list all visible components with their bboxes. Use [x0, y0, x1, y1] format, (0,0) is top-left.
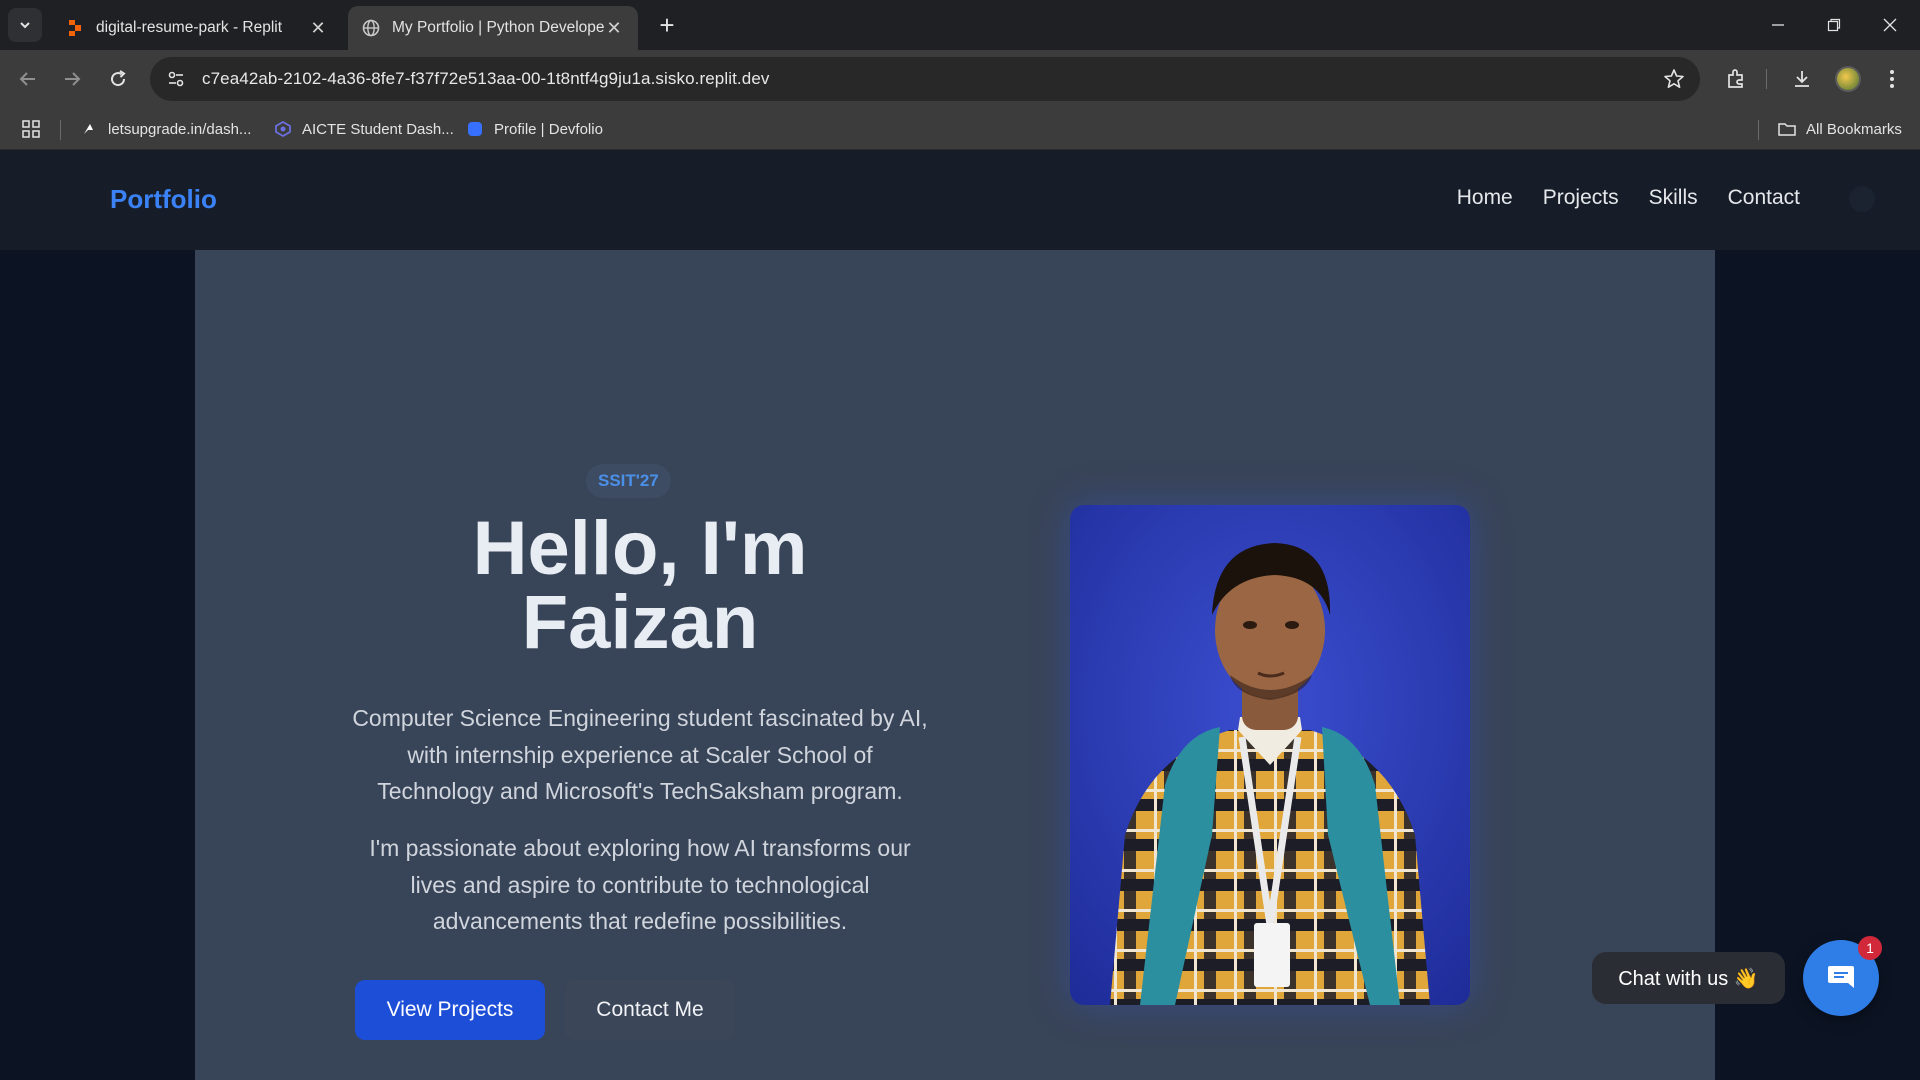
arrow-right-icon [65, 72, 81, 86]
theme-toggle[interactable] [1849, 186, 1875, 212]
browser-toolbar: c7ea42ab-2102-4a36-8fe7-f37f72e513aa-00-… [0, 50, 1920, 108]
url-text[interactable]: c7ea42ab-2102-4a36-8fe7-f37f72e513aa-00-… [202, 69, 769, 89]
reload-button[interactable] [100, 61, 136, 97]
restore-button[interactable] [1806, 0, 1862, 50]
site-nav: Home Projects Skills Contact [1457, 186, 1800, 210]
profile-photo [1070, 505, 1470, 1005]
tab-replit[interactable]: digital-resume-park - Replit ✕ [52, 6, 342, 50]
bookmark-star-icon[interactable] [1662, 67, 1686, 91]
page-viewport: Portfolio Home Projects Skills Contact S… [0, 150, 1920, 1080]
contact-me-button[interactable]: Contact Me [565, 980, 735, 1040]
chevron-down-icon [20, 22, 30, 29]
bookmark-aicte[interactable]: AICTE Student Dash... [274, 116, 454, 142]
reload-icon [111, 70, 126, 87]
globe-icon [362, 19, 380, 37]
site-info-icon[interactable] [156, 57, 196, 101]
toolbar-divider [1766, 69, 1767, 89]
hero-section [195, 250, 1715, 1080]
restore-icon [1827, 18, 1841, 32]
aicte-icon [274, 120, 292, 138]
bookmark-letsupgrade[interactable]: letsupgrade.in/dash... [80, 116, 251, 142]
profile-avatar[interactable] [1830, 61, 1866, 97]
bookmark-devfolio[interactable]: Profile | Devfolio [466, 116, 603, 142]
tab-search-button[interactable] [8, 8, 42, 42]
letsupgrade-icon [80, 120, 98, 138]
all-bookmarks-label: All Bookmarks [1806, 120, 1902, 138]
new-tab-button[interactable]: + [652, 10, 682, 40]
extensions-icon[interactable] [1718, 61, 1754, 97]
devfolio-icon [466, 120, 484, 138]
tab-portfolio[interactable]: My Portfolio | Python Develope ✕ [348, 6, 638, 50]
browser-titlebar: digital-resume-park - Replit ✕ My Portfo… [0, 0, 1920, 50]
tab-title: digital-resume-park - Replit [96, 19, 283, 36]
arrow-left-icon [19, 72, 35, 86]
title-line-2: Faizan [521, 580, 759, 665]
address-bar[interactable]: c7ea42ab-2102-4a36-8fe7-f37f72e513aa-00-… [150, 57, 1700, 101]
bookmark-label: letsupgrade.in/dash... [108, 120, 252, 138]
all-bookmarks-button[interactable]: All Bookmarks [1778, 116, 1902, 142]
bookmarks-bar: letsupgrade.in/dash... AICTE Student Das… [0, 108, 1920, 150]
status-badge: SSIT'27 [586, 464, 671, 498]
bookmark-label: Profile | Devfolio [494, 120, 603, 138]
chat-icon [1828, 966, 1854, 988]
apps-icon[interactable] [22, 116, 40, 142]
chat-prompt-bubble[interactable]: Chat with us 👋 [1592, 952, 1785, 1004]
site-brand[interactable]: Portfolio [110, 184, 217, 215]
avatar [1835, 66, 1861, 92]
nav-projects[interactable]: Projects [1543, 186, 1619, 210]
tab-title: My Portfolio | Python Develope [392, 19, 604, 36]
hero-intro-paragraph: Computer Science Engineering student fas… [352, 705, 928, 804]
replit-icon [66, 19, 84, 37]
site-header: Portfolio Home Projects Skills Contact [0, 150, 1920, 250]
title-line-1: Hello, I'm [472, 506, 808, 591]
close-icon[interactable]: ✕ [308, 18, 328, 38]
notification-badge: 1 [1858, 936, 1882, 960]
minimize-button[interactable] [1750, 0, 1806, 50]
window-close-button[interactable] [1862, 0, 1918, 50]
nav-contact[interactable]: Contact [1728, 186, 1800, 210]
download-icon[interactable] [1784, 61, 1820, 97]
bookmark-label: AICTE Student Dash... [302, 120, 454, 138]
view-projects-button[interactable]: View Projects [355, 980, 545, 1040]
page-edge [1905, 250, 1920, 1080]
back-button[interactable] [10, 61, 46, 97]
minimize-icon [1772, 24, 1784, 26]
bookmarks-divider [1758, 120, 1759, 140]
close-icon[interactable]: ✕ [604, 18, 624, 38]
nav-home[interactable]: Home [1457, 186, 1513, 210]
nav-skills[interactable]: Skills [1649, 186, 1698, 210]
page-title: Hello, I'm Faizan [380, 511, 900, 661]
close-icon [1883, 18, 1897, 32]
forward-button[interactable] [54, 61, 90, 97]
hero-passion-paragraph: I'm passionate about exploring how AI tr… [369, 835, 911, 934]
folder-icon [1778, 120, 1796, 138]
more-menu-icon[interactable] [1874, 61, 1910, 97]
bookmarks-divider [60, 120, 61, 140]
